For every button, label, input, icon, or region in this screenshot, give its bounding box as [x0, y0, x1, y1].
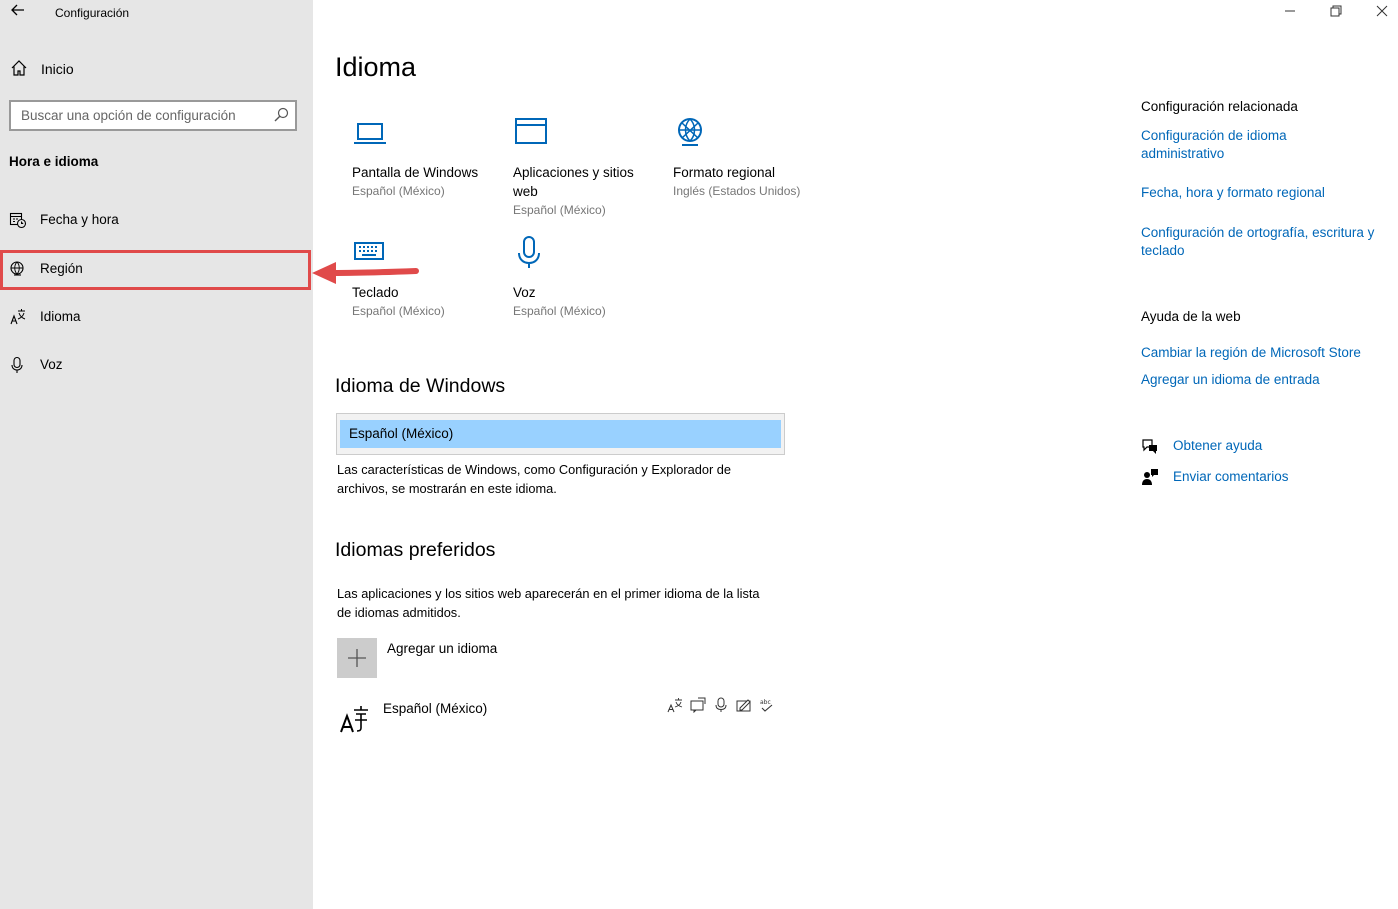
- language-icon: [667, 698, 683, 713]
- tile-name: Teclado: [352, 285, 399, 300]
- globe-icon: [678, 118, 702, 146]
- chat-help-icon: [1142, 439, 1157, 454]
- tile-regional-format[interactable]: Formato regional Inglés (Estados Unidos): [673, 116, 813, 198]
- tile-keyboard[interactable]: Teclado Español (México): [352, 236, 502, 318]
- tile-subtitle: Español (México): [513, 203, 606, 217]
- search-icon: [274, 107, 289, 122]
- minimize-icon: [1285, 10, 1295, 12]
- sidebar: Configuración Inicio Buscar una opción d…: [0, 0, 313, 909]
- language-icon: [340, 706, 368, 733]
- restore-button[interactable]: [1326, 4, 1346, 22]
- windows-language-description: Las características de Windows, como Con…: [337, 462, 732, 496]
- speech-icon: [690, 697, 706, 713]
- keyboard-icon: [354, 242, 384, 260]
- minimize-button[interactable]: [1280, 4, 1300, 22]
- tile-name: Pantalla de Windows: [352, 165, 479, 180]
- search-placeholder: Buscar una opción de configuración: [21, 108, 236, 123]
- sidebar-item-label: Voz: [40, 357, 63, 372]
- tile-subtitle: Español (México): [352, 184, 445, 198]
- tile-voice[interactable]: Voz Español (México): [513, 236, 663, 318]
- tile-apps-websites[interactable]: Aplicaciones y sitios web Español (Méxic…: [513, 116, 653, 217]
- sidebar-item-label: Inicio: [41, 61, 74, 77]
- send-feedback-link[interactable]: Enviar comentarios: [1173, 469, 1289, 484]
- microphone-icon: [11, 356, 23, 373]
- link-change-store-region[interactable]: Cambiar la región de Microsoft Store: [1141, 344, 1381, 362]
- windows-language-value: Español (México): [349, 426, 454, 441]
- restore-icon: [1330, 5, 1342, 17]
- svg-text:abc: abc: [760, 699, 771, 706]
- add-language-label[interactable]: Agregar un idioma: [387, 641, 497, 656]
- handwriting-icon: [736, 699, 751, 712]
- related-settings-heading: Configuración relacionada: [1141, 99, 1298, 114]
- link-spelling-typing-keyboard[interactable]: Configuración de ortografía, escritura y…: [1141, 224, 1381, 260]
- page-title: Idioma: [335, 52, 417, 82]
- sidebar-item-home[interactable]: Inicio: [0, 55, 313, 85]
- plus-icon: [348, 649, 366, 667]
- tile-name: Aplicaciones y sitios web: [513, 165, 634, 199]
- language-icon: [10, 309, 26, 325]
- get-help-link[interactable]: Obtener ayuda: [1173, 438, 1262, 453]
- link-date-time-regional[interactable]: Fecha, hora y formato regional: [1141, 184, 1381, 202]
- section-title: Hora e idioma: [9, 154, 99, 169]
- sidebar-item-label: Fecha y hora: [40, 212, 119, 227]
- windows-language-heading: Idioma de Windows: [335, 375, 506, 397]
- close-icon: [1376, 5, 1388, 17]
- arrow-left-icon: [11, 4, 24, 16]
- add-language-button[interactable]: [337, 638, 377, 678]
- search-input[interactable]: Buscar una opción de configuración: [9, 100, 297, 131]
- link-admin-language-settings[interactable]: Configuración de idioma administrativo: [1141, 127, 1341, 163]
- windows-language-selected[interactable]: Español (México): [340, 420, 781, 448]
- preferred-language-item[interactable]: Español (México): [383, 701, 487, 716]
- laptop-icon: [354, 123, 386, 144]
- home-icon: [11, 60, 27, 76]
- web-help-heading: Ayuda de la web: [1141, 309, 1241, 324]
- clock-calendar-icon: [9, 212, 27, 229]
- close-button[interactable]: [1372, 4, 1392, 22]
- tile-subtitle: Español (México): [513, 304, 606, 318]
- tile-name: Formato regional: [673, 165, 776, 180]
- back-button[interactable]: [8, 2, 28, 22]
- feedback-icon: [1142, 469, 1158, 485]
- sidebar-item-voice[interactable]: Voz: [0, 347, 313, 383]
- preferred-languages-heading: Idiomas preferidos: [335, 539, 496, 561]
- sidebar-item-date-time[interactable]: Fecha y hora: [0, 202, 313, 238]
- app-title: Configuración: [55, 6, 130, 20]
- annotation-highlight-box: [0, 250, 311, 290]
- sidebar-item-language[interactable]: Idioma: [0, 299, 313, 335]
- browser-window-icon: [515, 118, 547, 144]
- tile-windows-display[interactable]: Pantalla de Windows Español (México): [352, 116, 502, 198]
- link-add-input-language[interactable]: Agregar un idioma de entrada: [1141, 371, 1381, 389]
- tile-subtitle: Inglés (Estados Unidos): [673, 184, 801, 198]
- preferred-languages-description: Las aplicaciones y los sitios web aparec…: [337, 586, 760, 620]
- windows-language-dropdown[interactable]: Español (México): [336, 413, 785, 455]
- tile-subtitle: Español (México): [352, 304, 445, 318]
- spellcheck-icon: abc: [760, 699, 773, 712]
- tile-name: Voz: [513, 285, 536, 300]
- sidebar-item-label: Idioma: [40, 309, 81, 324]
- microphone-icon: [518, 236, 540, 268]
- microphone-icon: [715, 697, 727, 712]
